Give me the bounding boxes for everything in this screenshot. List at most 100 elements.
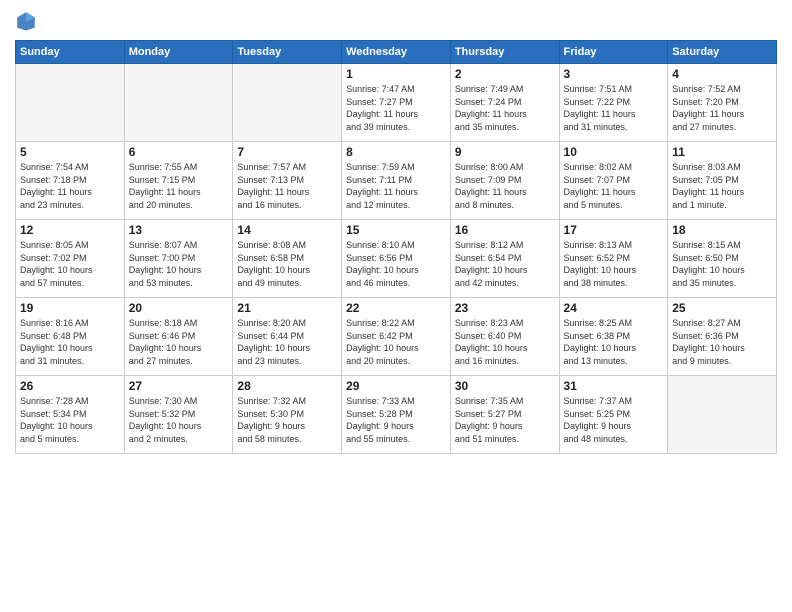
logo [15, 10, 41, 32]
day-info: Sunrise: 8:15 AM Sunset: 6:50 PM Dayligh… [672, 239, 772, 289]
day-info: Sunrise: 8:03 AM Sunset: 7:05 PM Dayligh… [672, 161, 772, 211]
day-info: Sunrise: 8:20 AM Sunset: 6:44 PM Dayligh… [237, 317, 337, 367]
day-number: 13 [129, 223, 229, 237]
day-number: 15 [346, 223, 446, 237]
day-info: Sunrise: 8:22 AM Sunset: 6:42 PM Dayligh… [346, 317, 446, 367]
day-number: 10 [564, 145, 664, 159]
day-number: 25 [672, 301, 772, 315]
day-number: 14 [237, 223, 337, 237]
day-info: Sunrise: 7:28 AM Sunset: 5:34 PM Dayligh… [20, 395, 120, 445]
day-number: 31 [564, 379, 664, 393]
day-number: 2 [455, 67, 555, 81]
calendar-cell: 18 Sunrise: 8:15 AM Sunset: 6:50 PM Dayli… [668, 220, 777, 298]
calendar-week-0: 1 Sunrise: 7:47 AM Sunset: 7:27 PM Daylig… [16, 64, 777, 142]
calendar-cell: 7 Sunrise: 7:57 AM Sunset: 7:13 PM Daylig… [233, 142, 342, 220]
day-number: 23 [455, 301, 555, 315]
day-info: Sunrise: 8:16 AM Sunset: 6:48 PM Dayligh… [20, 317, 120, 367]
calendar-header-thursday: Thursday [450, 41, 559, 64]
calendar-header-wednesday: Wednesday [342, 41, 451, 64]
calendar: SundayMondayTuesdayWednesdayThursdayFrid… [15, 40, 777, 454]
day-info: Sunrise: 8:10 AM Sunset: 6:56 PM Dayligh… [346, 239, 446, 289]
calendar-cell [668, 376, 777, 454]
calendar-cell: 13Sunrise: 8:07 AM Sunset: 7:00 PM Dayli… [124, 220, 233, 298]
calendar-cell [233, 64, 342, 142]
calendar-cell: 16 Sunrise: 8:12 AM Sunset: 6:54 PM Dayli… [450, 220, 559, 298]
day-number: 30 [455, 379, 555, 393]
calendar-cell: 29 Sunrise: 7:33 AM Sunset: 5:28 PM Dayli… [342, 376, 451, 454]
calendar-cell: 22 Sunrise: 8:22 AM Sunset: 6:42 PM Dayli… [342, 298, 451, 376]
calendar-header-row: SundayMondayTuesdayWednesdayThursdayFrid… [16, 41, 777, 64]
calendar-cell [16, 64, 125, 142]
day-info: Sunrise: 8:13 AM Sunset: 6:52 PM Dayligh… [564, 239, 664, 289]
day-number: 27 [129, 379, 229, 393]
day-info: Sunrise: 7:57 AM Sunset: 7:13 PM Dayligh… [237, 161, 337, 211]
day-info: Sunrise: 8:12 AM Sunset: 6:54 PM Dayligh… [455, 239, 555, 289]
calendar-week-1: 5Sunrise: 7:54 AM Sunset: 7:18 PM Daylig… [16, 142, 777, 220]
page: SundayMondayTuesdayWednesdayThursdayFrid… [0, 0, 792, 612]
day-number: 22 [346, 301, 446, 315]
day-info: Sunrise: 7:35 AM Sunset: 5:27 PM Dayligh… [455, 395, 555, 445]
day-number: 21 [237, 301, 337, 315]
day-info: Sunrise: 7:30 AM Sunset: 5:32 PM Dayligh… [129, 395, 229, 445]
calendar-cell: 15 Sunrise: 8:10 AM Sunset: 6:56 PM Dayli… [342, 220, 451, 298]
calendar-cell: 19 Sunrise: 8:16 AM Sunset: 6:48 PM Dayli… [16, 298, 125, 376]
day-info: Sunrise: 8:08 AM Sunset: 6:58 PM Dayligh… [237, 239, 337, 289]
calendar-cell: 11 Sunrise: 8:03 AM Sunset: 7:05 PM Dayli… [668, 142, 777, 220]
calendar-week-2: 12Sunrise: 8:05 AM Sunset: 7:02 PM Dayli… [16, 220, 777, 298]
calendar-cell: 5Sunrise: 7:54 AM Sunset: 7:18 PM Daylig… [16, 142, 125, 220]
logo-icon [15, 10, 37, 32]
header [15, 10, 777, 32]
day-info: Sunrise: 7:51 AM Sunset: 7:22 PM Dayligh… [564, 83, 664, 133]
day-info: Sunrise: 8:27 AM Sunset: 6:36 PM Dayligh… [672, 317, 772, 367]
calendar-cell: 25 Sunrise: 8:27 AM Sunset: 6:36 PM Dayli… [668, 298, 777, 376]
day-number: 1 [346, 67, 446, 81]
day-number: 6 [129, 145, 229, 159]
calendar-cell: 8Sunrise: 7:59 AM Sunset: 7:11 PM Daylig… [342, 142, 451, 220]
calendar-header-saturday: Saturday [668, 41, 777, 64]
calendar-cell [124, 64, 233, 142]
calendar-cell: 27 Sunrise: 7:30 AM Sunset: 5:32 PM Dayli… [124, 376, 233, 454]
calendar-header-sunday: Sunday [16, 41, 125, 64]
calendar-cell: 31 Sunrise: 7:37 AM Sunset: 5:25 PM Dayli… [559, 376, 668, 454]
calendar-cell: 24Sunrise: 8:25 AM Sunset: 6:38 PM Dayli… [559, 298, 668, 376]
day-number: 18 [672, 223, 772, 237]
calendar-cell: 26 Sunrise: 7:28 AM Sunset: 5:34 PM Dayli… [16, 376, 125, 454]
calendar-week-3: 19 Sunrise: 8:16 AM Sunset: 6:48 PM Dayli… [16, 298, 777, 376]
day-info: Sunrise: 7:52 AM Sunset: 7:20 PM Dayligh… [672, 83, 772, 133]
calendar-cell: 28 Sunrise: 7:32 AM Sunset: 5:30 PM Dayli… [233, 376, 342, 454]
calendar-cell: 6Sunrise: 7:55 AM Sunset: 7:15 PM Daylig… [124, 142, 233, 220]
calendar-cell: 3 Sunrise: 7:51 AM Sunset: 7:22 PM Daylig… [559, 64, 668, 142]
day-number: 16 [455, 223, 555, 237]
calendar-cell: 30 Sunrise: 7:35 AM Sunset: 5:27 PM Dayli… [450, 376, 559, 454]
day-info: Sunrise: 8:00 AM Sunset: 7:09 PM Dayligh… [455, 161, 555, 211]
calendar-cell: 2Sunrise: 7:49 AM Sunset: 7:24 PM Daylig… [450, 64, 559, 142]
day-number: 12 [20, 223, 120, 237]
day-number: 20 [129, 301, 229, 315]
day-info: Sunrise: 8:18 AM Sunset: 6:46 PM Dayligh… [129, 317, 229, 367]
day-number: 26 [20, 379, 120, 393]
day-info: Sunrise: 8:02 AM Sunset: 7:07 PM Dayligh… [564, 161, 664, 211]
day-info: Sunrise: 7:32 AM Sunset: 5:30 PM Dayligh… [237, 395, 337, 445]
day-number: 19 [20, 301, 120, 315]
calendar-cell: 10 Sunrise: 8:02 AM Sunset: 7:07 PM Dayli… [559, 142, 668, 220]
calendar-cell: 4Sunrise: 7:52 AM Sunset: 7:20 PM Daylig… [668, 64, 777, 142]
day-info: Sunrise: 8:23 AM Sunset: 6:40 PM Dayligh… [455, 317, 555, 367]
day-number: 17 [564, 223, 664, 237]
day-info: Sunrise: 8:25 AM Sunset: 6:38 PM Dayligh… [564, 317, 664, 367]
day-number: 3 [564, 67, 664, 81]
calendar-cell: 23 Sunrise: 8:23 AM Sunset: 6:40 PM Dayli… [450, 298, 559, 376]
day-number: 9 [455, 145, 555, 159]
calendar-cell: 9 Sunrise: 8:00 AM Sunset: 7:09 PM Daylig… [450, 142, 559, 220]
calendar-cell: 21 Sunrise: 8:20 AM Sunset: 6:44 PM Dayli… [233, 298, 342, 376]
calendar-cell: 12Sunrise: 8:05 AM Sunset: 7:02 PM Dayli… [16, 220, 125, 298]
calendar-cell: 20 Sunrise: 8:18 AM Sunset: 6:46 PM Dayli… [124, 298, 233, 376]
day-number: 28 [237, 379, 337, 393]
day-number: 29 [346, 379, 446, 393]
day-info: Sunrise: 7:47 AM Sunset: 7:27 PM Dayligh… [346, 83, 446, 133]
day-number: 7 [237, 145, 337, 159]
day-info: Sunrise: 7:37 AM Sunset: 5:25 PM Dayligh… [564, 395, 664, 445]
calendar-week-4: 26 Sunrise: 7:28 AM Sunset: 5:34 PM Dayli… [16, 376, 777, 454]
day-info: Sunrise: 7:59 AM Sunset: 7:11 PM Dayligh… [346, 161, 446, 211]
day-info: Sunrise: 7:33 AM Sunset: 5:28 PM Dayligh… [346, 395, 446, 445]
day-number: 11 [672, 145, 772, 159]
